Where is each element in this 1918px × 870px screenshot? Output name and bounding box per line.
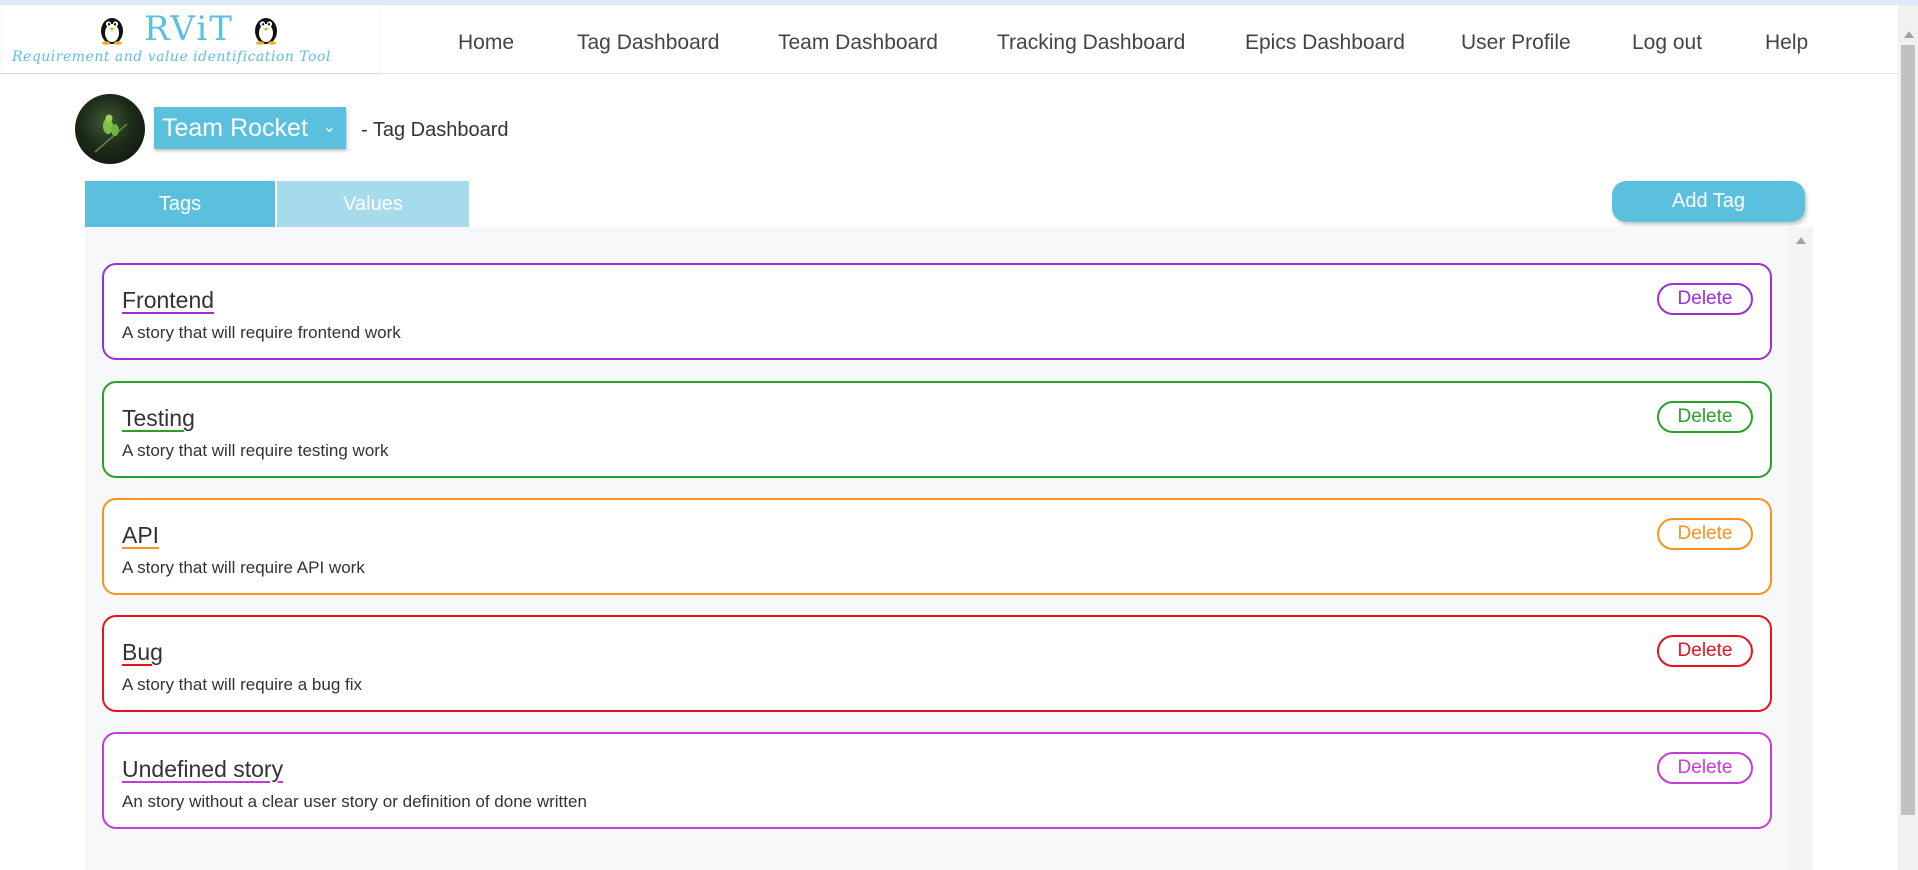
- navbar: RViT Requirement and value identificatio…: [0, 5, 1898, 74]
- delete-tag-button[interactable]: Delete: [1657, 635, 1753, 667]
- tag-description: A story that will require frontend work: [122, 323, 401, 342]
- app-logo[interactable]: RViT Requirement and value identificatio…: [2, 5, 380, 73]
- logo-text: RViT: [144, 9, 234, 49]
- tab-tags[interactable]: Tags: [85, 181, 275, 227]
- chevron-down-icon: ⌄: [322, 119, 336, 136]
- penguin-icon: [254, 18, 277, 45]
- nav-user-profile[interactable]: User Profile: [1461, 31, 1571, 55]
- tag-card-bug: Bug A story that will require a bug fix …: [102, 615, 1772, 712]
- tag-description: A story that will require testing work: [122, 441, 389, 460]
- tag-description: An story without a clear user story or d…: [122, 792, 587, 811]
- tag-name[interactable]: API: [122, 522, 159, 549]
- nav-home[interactable]: Home: [458, 31, 514, 55]
- scrollbar-thumb[interactable]: [1901, 45, 1915, 815]
- tag-description: A story that will require a bug fix: [122, 675, 363, 694]
- team-select-dropdown[interactable]: Team Rocket ⌄: [154, 107, 346, 149]
- logo-title: RViT: [92, 9, 286, 49]
- tag-card-frontend: Frontend A story that will require front…: [102, 263, 1772, 360]
- tag-name[interactable]: Testing: [122, 405, 195, 432]
- scroll-up-arrow-icon[interactable]: [1904, 31, 1914, 38]
- tag-name[interactable]: Bug: [122, 639, 163, 666]
- nav-log-out[interactable]: Log out: [1632, 31, 1702, 55]
- page-scrollbar[interactable]: [1898, 5, 1918, 870]
- team-name: Team Rocket: [162, 114, 308, 142]
- nav-team-dashboard[interactable]: Team Dashboard: [778, 31, 938, 55]
- delete-tag-button[interactable]: Delete: [1657, 283, 1753, 315]
- page-breadcrumb: - Tag Dashboard: [361, 119, 509, 141]
- nav-tag-dashboard[interactable]: Tag Dashboard: [577, 31, 719, 55]
- scroll-up-arrow-icon[interactable]: [1796, 237, 1806, 244]
- tag-card-api: API A story that will require API work D…: [102, 498, 1772, 595]
- add-tag-button[interactable]: Add Tag: [1612, 181, 1805, 222]
- tag-description: A story that will require API work: [122, 558, 365, 577]
- nav-epics-dashboard[interactable]: Epics Dashboard: [1245, 31, 1405, 55]
- delete-tag-button[interactable]: Delete: [1657, 752, 1753, 784]
- nav-help[interactable]: Help: [1765, 31, 1808, 55]
- tab-values[interactable]: Values: [277, 181, 469, 227]
- tag-name[interactable]: Frontend: [122, 287, 214, 314]
- delete-tag-button[interactable]: Delete: [1657, 401, 1753, 433]
- bird-icon: [94, 114, 128, 153]
- delete-tag-button[interactable]: Delete: [1657, 518, 1753, 550]
- logo-subtitle: Requirement and value identification Too…: [12, 49, 331, 65]
- panel-scrollbar[interactable]: [1788, 227, 1813, 870]
- penguin-icon: [101, 18, 123, 45]
- tag-name[interactable]: Undefined story: [122, 756, 283, 783]
- team-avatar: [75, 94, 145, 164]
- tag-card-testing: Testing A story that will require testin…: [102, 381, 1772, 478]
- nav-tracking-dashboard[interactable]: Tracking Dashboard: [997, 31, 1185, 55]
- tag-card-undefined-story: Undefined story An story without a clear…: [102, 732, 1772, 829]
